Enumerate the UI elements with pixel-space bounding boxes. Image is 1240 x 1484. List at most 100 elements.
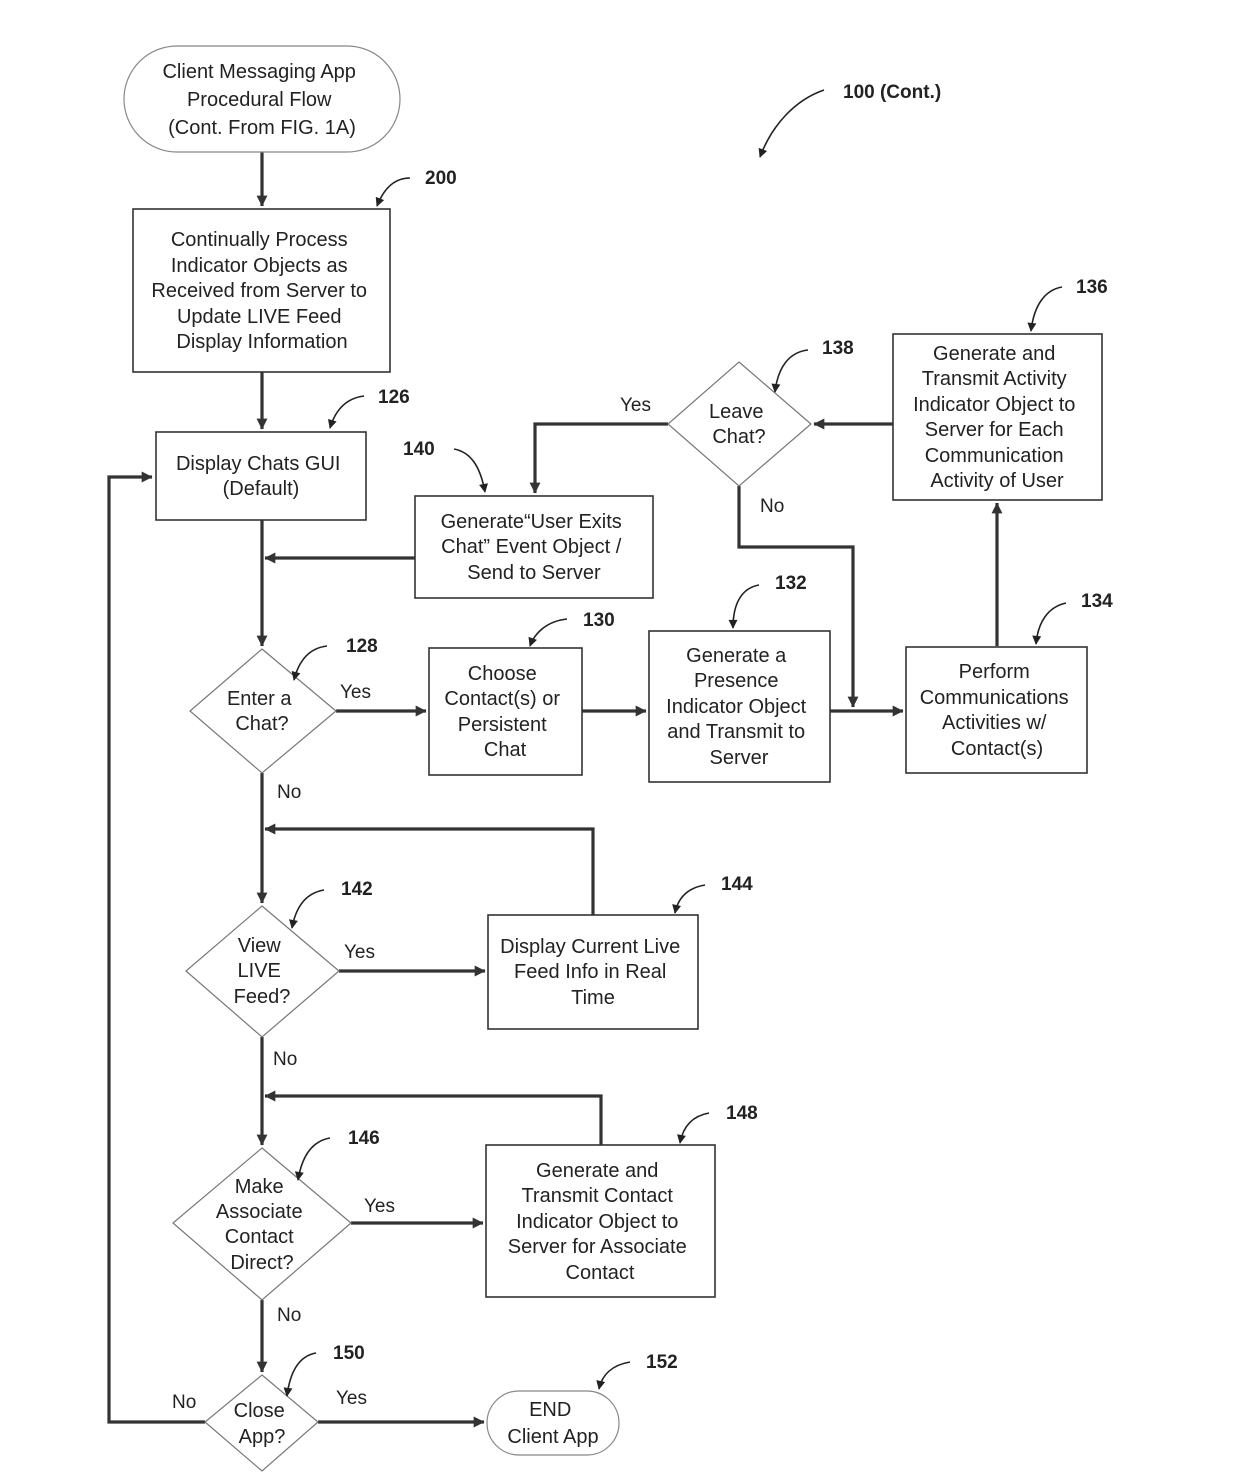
node-126-line: (Default)	[223, 478, 300, 500]
node-130-line: Choose	[468, 663, 537, 685]
node-start-line: (Cont. From FIG. 1A)	[168, 117, 356, 139]
node-142-line: LIVE	[238, 960, 281, 982]
edge-label-make-no: No	[277, 1305, 301, 1326]
node-200-line: Received from Server to	[151, 280, 367, 302]
leader-arrow-200	[375, 177, 411, 207]
node-136-line: Transmit Activity	[922, 368, 1067, 390]
ref-130: 130	[583, 610, 615, 631]
node-200-line: Display Information	[176, 331, 347, 353]
node-126-display-chats: Display Chats GUI (Default)	[155, 431, 367, 521]
node-152-line: END	[529, 1399, 571, 1421]
node-134-line: Communications	[920, 687, 1069, 709]
node-148-line: Transmit Contact	[521, 1185, 673, 1207]
leader-arrow-152	[596, 1361, 631, 1390]
node-128-line: Enter a	[227, 688, 292, 710]
node-start-line: Client Messaging App	[162, 61, 355, 83]
node-148-transmit-contact: Generate and Transmit Contact Indicator …	[485, 1144, 716, 1298]
ref-140: 140	[403, 439, 435, 460]
edge-150-no-loop-to-126	[107, 471, 205, 1424]
edge-label-leave-no: No	[760, 496, 784, 517]
leader-arrow-146	[294, 1137, 331, 1181]
node-126-line: Display Chats GUI	[176, 453, 341, 475]
node-140-user-exits-chat: Generate“User Exits Chat” Event Object /…	[414, 495, 654, 599]
node-140-line: Send to Server	[467, 562, 601, 584]
node-150-close-app-decision: Close App?	[204, 1374, 319, 1472]
flowchart-diagram: Client Messaging App Procedural Flow (Co…	[107, 45, 1113, 1472]
node-128-diamond	[189, 648, 337, 774]
edge-label-make-yes: Yes	[364, 1196, 395, 1217]
leader-arrow-148	[677, 1112, 710, 1144]
figure-leader-arrow	[758, 89, 825, 158]
node-134-line: Contact(s)	[951, 738, 1043, 760]
node-134-perform-communications: Perform Communications Activities w/ Con…	[905, 646, 1088, 774]
node-146-line: Contact	[225, 1226, 294, 1248]
node-144-display-live-feed: Display Current Live Feed Info in Real T…	[487, 914, 699, 1030]
node-128-line: Chat?	[235, 713, 288, 735]
ref-146: 146	[348, 1128, 380, 1149]
ref-200: 200	[425, 168, 457, 189]
leader-arrow-142	[289, 889, 325, 929]
node-146-associate-contact-decision: Make Associate Contact Direct?	[172, 1147, 352, 1301]
leader-arrow-150	[283, 1352, 317, 1397]
leader-arrow-134	[1032, 602, 1067, 645]
node-148-line: Contact	[566, 1262, 635, 1284]
leader-arrow-138	[771, 349, 809, 393]
node-start-line: Procedural Flow	[187, 89, 332, 111]
node-136-line: Activity of User	[930, 470, 1064, 492]
node-132-line: Presence	[694, 670, 779, 692]
leader-arrow-126	[328, 395, 365, 429]
ref-132: 132	[775, 573, 807, 594]
node-146-line: Direct?	[230, 1252, 293, 1274]
node-142-view-live-feed-decision: View LIVE Feed?	[185, 905, 340, 1038]
node-140-line: Chat” Event Object /	[441, 536, 622, 558]
ref-136: 136	[1076, 277, 1108, 298]
node-start-text: Client Messaging App Procedural Flow (Co…	[162, 61, 361, 139]
node-132-presence-indicator: Generate a Presence Indicator Object and…	[648, 630, 831, 783]
ref-148: 148	[726, 1103, 758, 1124]
node-136-line: Server for Each	[925, 419, 1064, 441]
node-134-line: Perform	[959, 661, 1030, 683]
node-150-line: App?	[239, 1426, 286, 1448]
node-132-line: and Transmit to	[667, 721, 805, 743]
node-138-leave-chat-decision: Leave Chat?	[667, 361, 812, 487]
node-200-text: Continually Process Indicator Objects as…	[151, 229, 372, 353]
node-144-line: Time	[571, 987, 615, 1009]
edge-label-enter-yes: Yes	[340, 682, 371, 703]
ref-126: 126	[378, 387, 410, 408]
node-146-diamond	[172, 1147, 352, 1301]
figure-reference-label: 100 (Cont.)	[843, 82, 941, 103]
node-132-line: Generate a	[686, 645, 787, 667]
node-142-line: View	[238, 935, 282, 957]
leader-arrow-132	[728, 584, 760, 629]
node-130-choose-contacts: Choose Contact(s) or Persistent Chat	[428, 647, 583, 776]
leader-arrow-144	[672, 884, 706, 914]
leader-arrow-128	[291, 645, 328, 681]
node-132-line: Indicator Object	[666, 696, 807, 718]
node-142-text: View LIVE Feed?	[234, 935, 291, 1008]
edge-148-loop-back	[264, 1090, 603, 1145]
node-152-end: END Client App	[486, 1390, 620, 1456]
flowchart-canvas: Client Messaging App Procedural Flow (Co…	[0, 0, 1240, 1484]
node-132-line: Server	[710, 747, 769, 769]
node-136-line: Generate and	[933, 343, 1055, 365]
node-136-transmit-activity: Generate and Transmit Activity Indicator…	[892, 333, 1103, 501]
node-140-text: Generate“User Exits Chat” Event Object /…	[441, 511, 628, 584]
node-148-line: Server for Associate	[508, 1236, 687, 1258]
node-146-line: Associate	[216, 1201, 303, 1223]
ref-128: 128	[346, 636, 378, 657]
ref-134: 134	[1081, 591, 1113, 612]
edge-138-yes-to-140	[529, 422, 668, 494]
leader-arrow-136	[1027, 286, 1063, 332]
node-130-line: Contact(s) or	[444, 688, 560, 710]
node-200-process-indicators: Continually Process Indicator Objects as…	[132, 208, 391, 373]
node-130-line: Persistent	[458, 714, 547, 736]
node-128-enter-chat-decision: Enter a Chat?	[189, 648, 337, 774]
node-130-line: Chat	[484, 739, 527, 761]
node-146-line: Make	[235, 1176, 284, 1198]
ref-138: 138	[822, 338, 854, 359]
node-200-line: Update LIVE Feed	[177, 306, 342, 328]
ref-142: 142	[341, 879, 373, 900]
edge-label-enter-no: No	[277, 782, 301, 803]
ref-152: 152	[646, 1352, 678, 1373]
node-134-line: Activities w/	[942, 712, 1047, 734]
